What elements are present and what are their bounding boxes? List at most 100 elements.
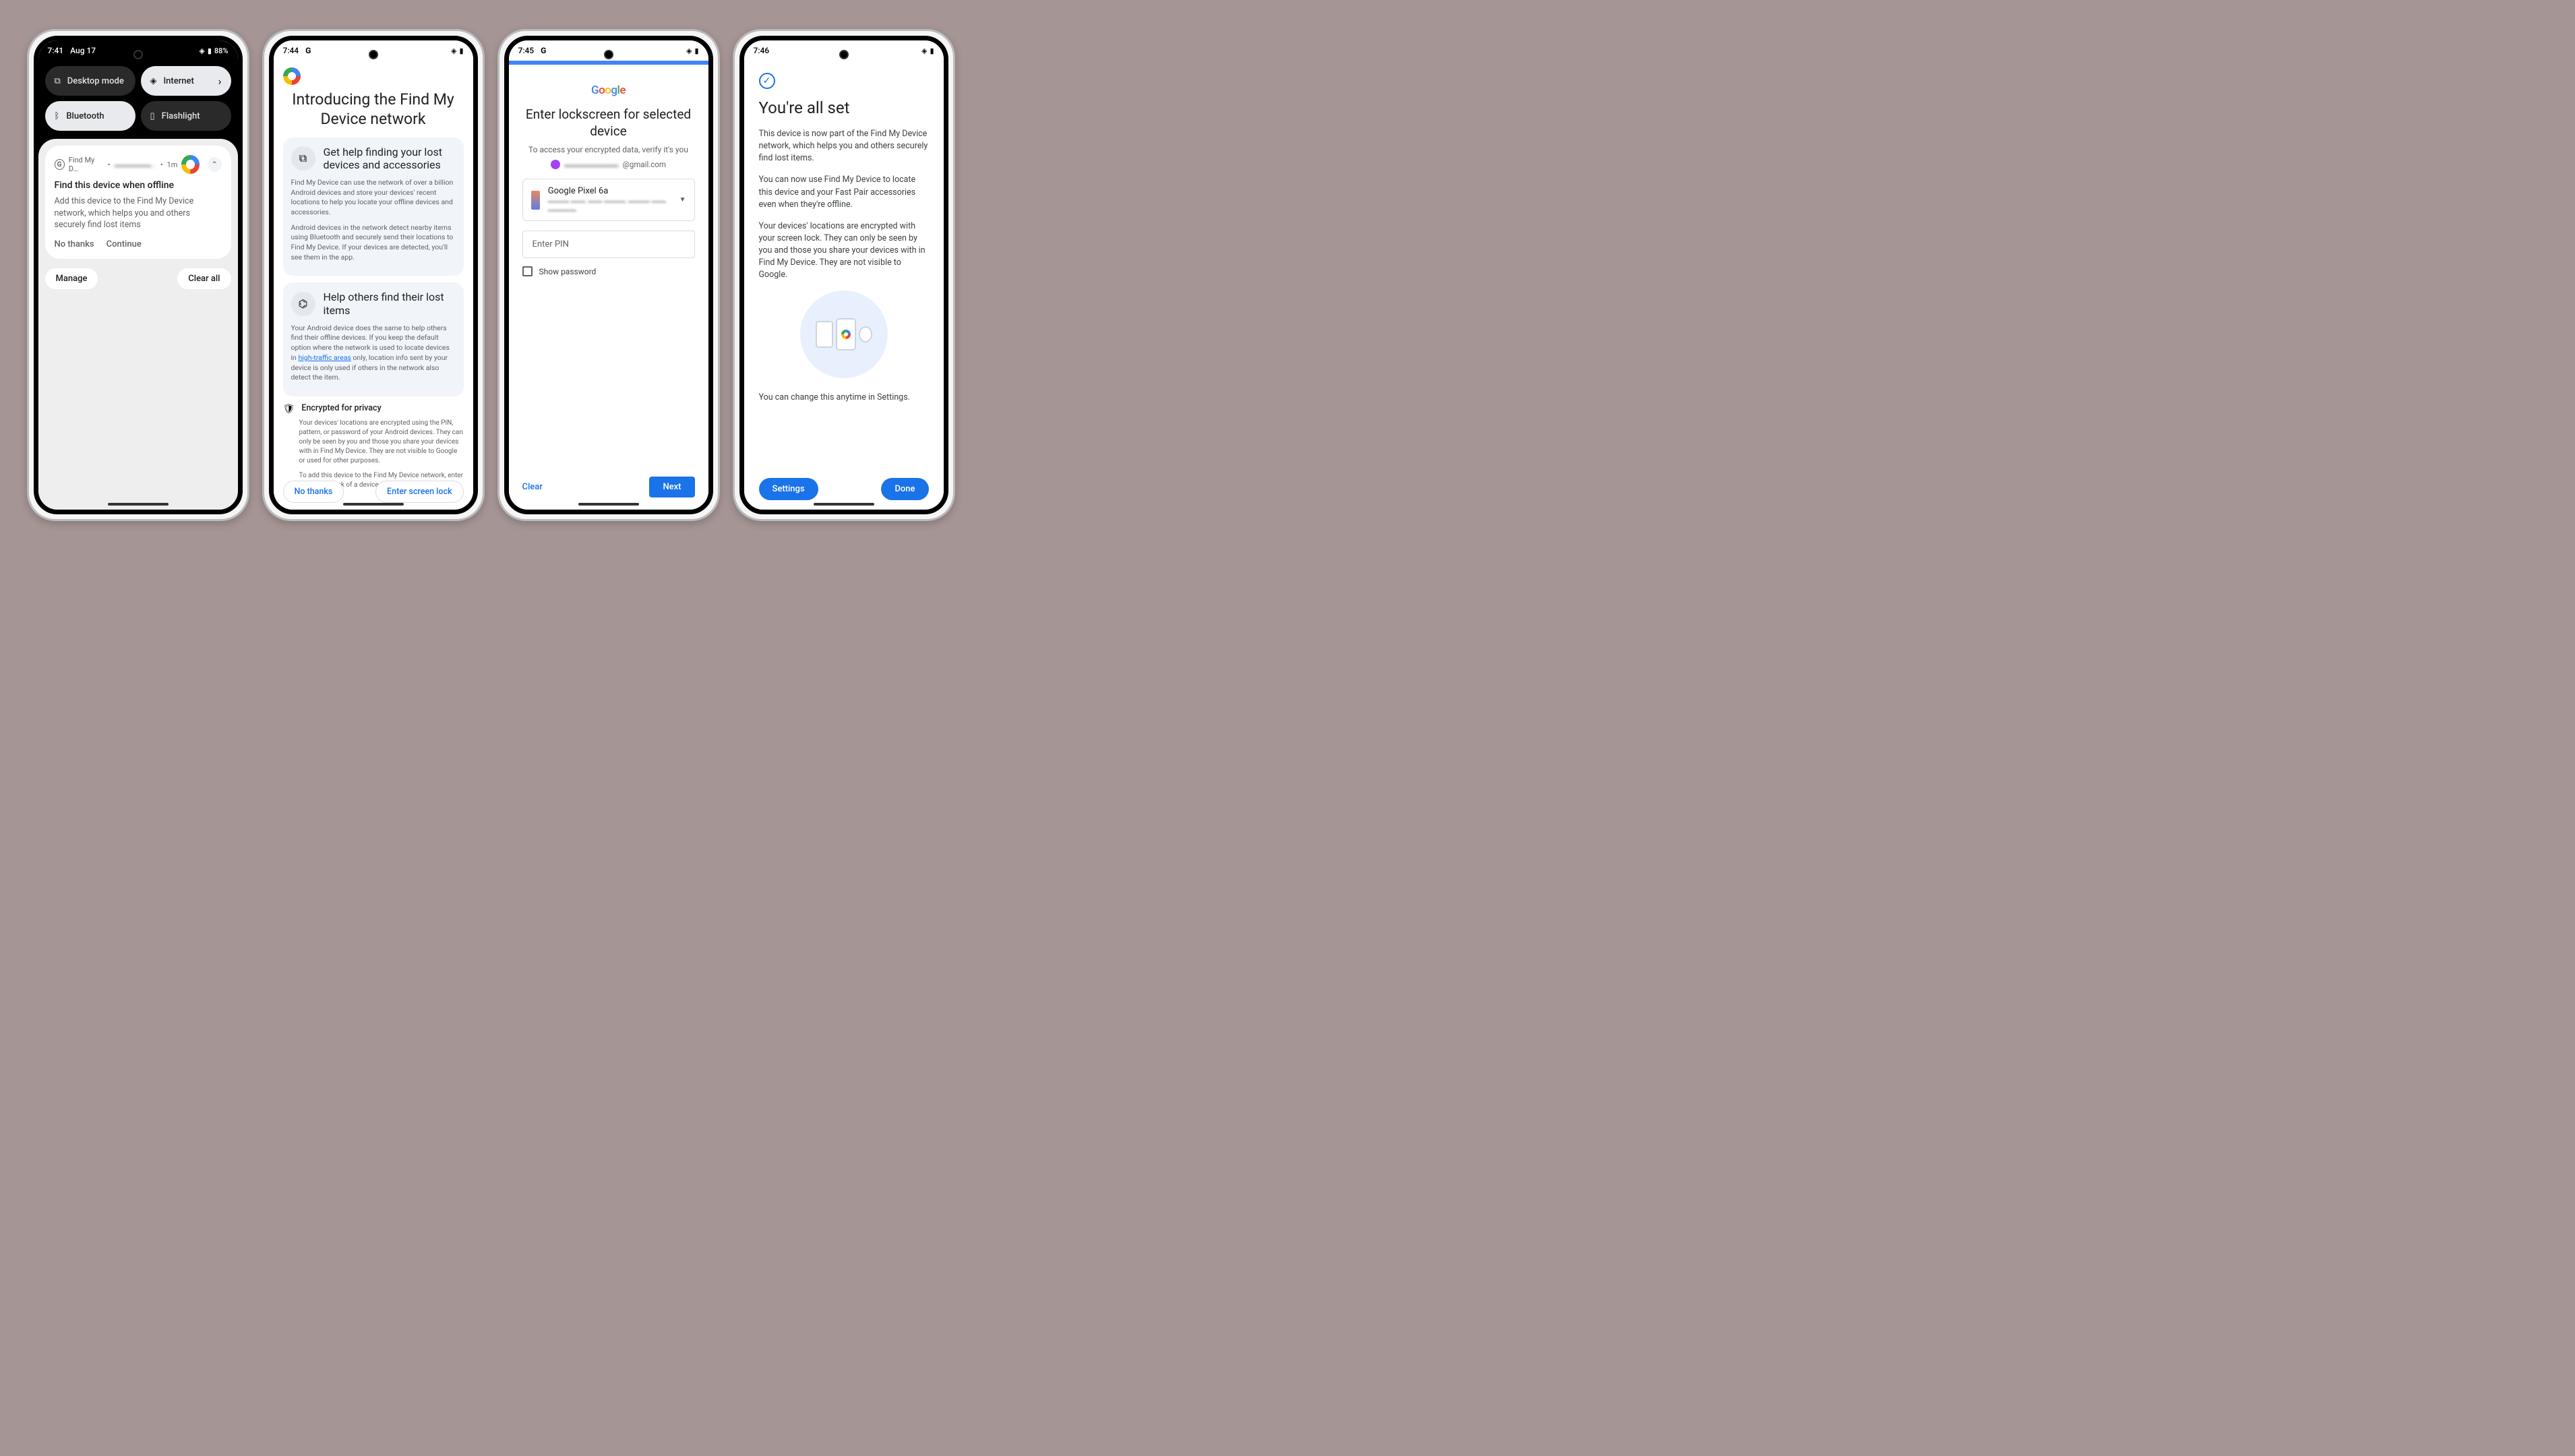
battery-icon: ▮ bbox=[459, 47, 463, 55]
tile-label: Flashlight bbox=[162, 111, 200, 121]
google-g-icon: G bbox=[305, 46, 311, 55]
done-button[interactable]: Done bbox=[881, 478, 928, 500]
settings-note: You can change this anytime in Settings. bbox=[759, 392, 929, 404]
paragraph: You can now use Find My Device to locate… bbox=[759, 174, 929, 210]
card-text: Android devices in the network detect ne… bbox=[291, 223, 456, 263]
card-text: Your Android device does the same to hel… bbox=[291, 324, 456, 383]
wifi-icon: ◈ bbox=[451, 47, 456, 55]
fmd-ring-icon bbox=[181, 155, 199, 174]
status-date: Aug 17 bbox=[70, 46, 96, 55]
gesture-bar[interactable] bbox=[343, 503, 404, 506]
devices-icon: ⧉ bbox=[291, 146, 315, 171]
front-camera bbox=[369, 50, 378, 59]
tablet-icon bbox=[816, 321, 833, 348]
phone-4-all-set: 7:46 ◈ ▮ ✓ You're all set This device is… bbox=[733, 29, 955, 521]
gesture-bar[interactable] bbox=[108, 503, 169, 506]
clear-all-button[interactable]: Clear all bbox=[177, 268, 231, 289]
status-time: 7:46 bbox=[754, 46, 770, 55]
group-icon: ⌬ bbox=[291, 292, 315, 316]
settings-button[interactable]: Settings bbox=[759, 478, 818, 500]
tile-label: Desktop mode bbox=[67, 76, 124, 86]
paragraph: Your devices' locations are encrypted wi… bbox=[759, 220, 929, 282]
notif-sender: ▬▬▬▬▬… bbox=[115, 160, 156, 169]
privacy-heading: Encrypted for privacy bbox=[301, 403, 381, 413]
check-circle-icon: ✓ bbox=[759, 73, 775, 89]
paragraph: This device is now part of the Find My D… bbox=[759, 128, 929, 164]
checkbox-icon bbox=[522, 266, 533, 276]
gesture-bar[interactable] bbox=[578, 503, 639, 506]
devices-illustration bbox=[800, 291, 888, 378]
watch-icon bbox=[859, 326, 872, 342]
battery-icon: ▮ bbox=[930, 47, 934, 55]
continue-button[interactable]: Continue bbox=[107, 239, 142, 249]
gesture-bar[interactable] bbox=[814, 503, 874, 506]
collapse-button[interactable]: ⌃ bbox=[208, 157, 222, 172]
bluetooth-icon: ᛒ bbox=[55, 111, 60, 121]
flashlight-icon: ▯ bbox=[150, 111, 155, 121]
show-password-checkbox[interactable]: Show password bbox=[522, 266, 695, 276]
privacy-text: Your devices' locations are encrypted us… bbox=[299, 419, 464, 466]
page-title: Introducing the Find My Device network bbox=[283, 90, 464, 129]
front-camera bbox=[839, 50, 849, 59]
tile-label: Bluetooth bbox=[66, 111, 104, 121]
device-selector[interactable]: Google Pixel 6a ▬▬▬ ▬▬, ▬▬ ▬▬▬, ▬▬▬ ▬▬, … bbox=[522, 179, 695, 221]
info-card-help-others: ⌬ Help others find their lost items Your… bbox=[283, 282, 464, 396]
status-time: 7:45 bbox=[518, 46, 535, 55]
battery-text: 88% bbox=[214, 47, 229, 55]
status-time: 7:41 bbox=[48, 46, 64, 55]
wifi-icon: ◈ bbox=[199, 47, 204, 55]
front-camera bbox=[604, 50, 613, 59]
notification-area: G Find My D… • ▬▬▬▬▬… • 1m ⌃ Find this d… bbox=[38, 139, 238, 510]
phone-3-enter-lockscreen: 7:45 G ◈ ▮ Google Enter lockscreen for s… bbox=[497, 29, 720, 521]
page-title: Enter lockscreen for selected device bbox=[522, 107, 695, 140]
fmd-logo-icon bbox=[283, 67, 301, 85]
notif-body: Add this device to the Find My Device ne… bbox=[55, 195, 222, 231]
dropdown-icon: ▼ bbox=[679, 196, 686, 204]
email-masked: ▬▬▬▬▬▬▬ bbox=[564, 160, 619, 169]
front-camera bbox=[133, 50, 143, 59]
google-g-icon: G bbox=[55, 159, 65, 170]
phone-icon bbox=[836, 318, 856, 351]
next-button[interactable]: Next bbox=[649, 477, 694, 497]
chevron-right-icon: › bbox=[218, 75, 222, 88]
tile-bluetooth[interactable]: ᛒ Bluetooth bbox=[45, 101, 135, 131]
wifi-icon: ◈ bbox=[921, 47, 927, 55]
phone-2-fmd-intro: 7:44 G ◈ ▮ Introducing the Find My Devic… bbox=[262, 29, 485, 521]
no-thanks-button[interactable]: No thanks bbox=[55, 239, 94, 249]
phone-icon bbox=[531, 191, 540, 210]
google-g-icon: G bbox=[541, 46, 546, 55]
device-name: Google Pixel 6a bbox=[548, 186, 671, 196]
card-title: Get help finding your lost devices and a… bbox=[324, 146, 456, 171]
wifi-icon: ◈ bbox=[150, 76, 157, 86]
shield-icon: 🛡 bbox=[283, 404, 295, 415]
subtitle: To access your encrypted data, verify it… bbox=[522, 145, 695, 154]
manage-button[interactable]: Manage bbox=[45, 268, 98, 289]
notif-age: 1m bbox=[167, 160, 178, 169]
card-title: Help others find their lost items bbox=[324, 291, 456, 316]
google-logo: Google bbox=[522, 84, 695, 97]
page-title: You're all set bbox=[759, 98, 929, 117]
notif-app-name: Find My D… bbox=[69, 156, 104, 173]
avatar-icon bbox=[551, 160, 560, 169]
tile-label: Internet bbox=[164, 76, 194, 86]
status-time: 7:44 bbox=[283, 46, 299, 55]
clear-button[interactable]: Clear bbox=[522, 482, 543, 492]
notification-card[interactable]: G Find My D… • ▬▬▬▬▬… • 1m ⌃ Find this d… bbox=[45, 146, 231, 259]
card-text: Find My Device can use the network of ov… bbox=[291, 178, 456, 218]
quick-settings-tiles: ⧉ Desktop mode ◈ Internet › ᛒ Bluetooth … bbox=[38, 61, 238, 139]
device-meta: ▬▬▬ ▬▬, ▬▬ ▬▬▬, ▬▬▬ ▬▬, ▬▬▬▬ bbox=[548, 196, 671, 214]
battery-icon: ▮ bbox=[694, 47, 698, 55]
info-card-find-devices: ⧉ Get help finding your lost devices and… bbox=[283, 138, 464, 276]
wifi-icon: ◈ bbox=[686, 47, 692, 55]
no-thanks-button[interactable]: No thanks bbox=[283, 481, 344, 503]
battery-icon: ▮ bbox=[208, 47, 212, 55]
pin-input[interactable]: Enter PIN bbox=[522, 231, 695, 258]
high-traffic-link[interactable]: high-traffic areas bbox=[298, 353, 351, 362]
tile-internet[interactable]: ◈ Internet › bbox=[141, 66, 231, 96]
enter-screen-lock-button[interactable]: Enter screen lock bbox=[375, 481, 463, 503]
tile-desktop-mode[interactable]: ⧉ Desktop mode bbox=[45, 66, 135, 96]
phone-1-notification-shade: 7:41 Aug 17 ◈ ▮ 88% ⧉ Desktop mode ◈ Int… bbox=[27, 29, 249, 521]
desktop-icon: ⧉ bbox=[55, 76, 61, 86]
notif-title: Find this device when offline bbox=[55, 179, 222, 191]
tile-flashlight[interactable]: ▯ Flashlight bbox=[141, 101, 231, 131]
